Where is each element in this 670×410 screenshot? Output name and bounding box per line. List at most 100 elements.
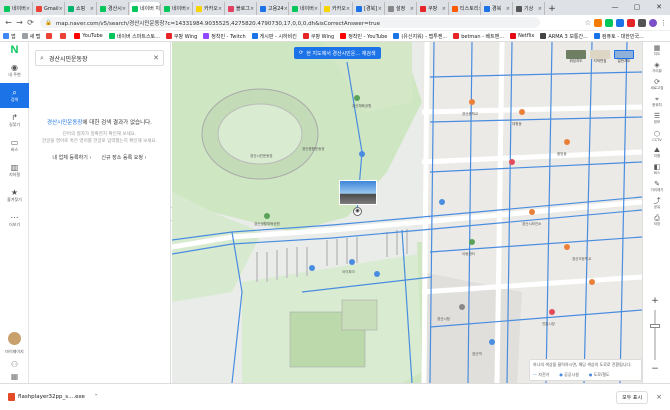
bookmark-item[interactable]: YouTube [74,33,103,39]
sidebar-item[interactable]: ↱ 길찾기 [0,108,29,133]
close-tab-icon[interactable]: × [284,6,288,12]
map-tool-button[interactable]: ⛰ 지형 [643,144,670,161]
close-tab-icon[interactable]: × [506,6,510,12]
zoom-slider[interactable] [654,310,656,360]
register-business-link[interactable]: 내 업체 등록하기 › [52,154,91,161]
back-icon[interactable]: ← [3,18,14,27]
map-tool-button[interactable]: ⌖ 현위치 [643,93,670,110]
clear-search-icon[interactable]: ✕ [153,54,159,62]
map-tool-button[interactable]: ⟳ 새로고침 [643,76,670,93]
browser-tab[interactable]: 네이버 × [290,2,321,15]
browser-tab[interactable]: 경북 × [482,2,513,15]
naver-logo[interactable]: N [0,42,29,58]
map-canvas[interactable]: 경산시민운동장 경산체육공원 경산생활체육공원 경산종합운동장 아이파크 아동센… [172,42,642,383]
extension-icon-1[interactable] [594,18,602,27]
bookmark-item[interactable]: 게시판 - 시하비킨 [251,33,297,40]
browser-tab[interactable]: 쿠팡 × [418,2,449,15]
close-download-bar-icon[interactable]: × [656,393,662,401]
legend-road[interactable]: ● 도로/철도 [589,372,610,378]
legend-public[interactable]: ● 공공시설 [559,372,579,378]
map-tool-button[interactable]: ◧ 버스 [643,161,670,178]
browser-tab[interactable]: 네이버 지도× [130,2,161,15]
close-window-icon[interactable]: ✕ [648,0,670,15]
bookmark-item[interactable]: (유신지워) - 맵투켄... [393,33,447,40]
new-tab-button[interactable]: + [546,2,558,15]
browser-tab[interactable]: Gmail × [34,2,65,15]
close-tab-icon[interactable]: × [410,6,414,12]
sidebar-item[interactable]: ◉ 내 주변 [0,58,29,83]
map-tool-button[interactable]: ⤴ 공유 [643,195,670,212]
sidebar-item[interactable]: ▥ 지하철 [0,158,29,183]
bookmark-item[interactable]: 컴퓨토 - 대한민국... [593,33,644,40]
map-tool-button[interactable]: ⎙ 저장 [643,212,670,229]
browser-tab[interactable]: 쇼핑 × [66,2,97,15]
browser-tab[interactable]: 기상 × [514,2,545,15]
sidebar-item[interactable]: ★ 즐겨찾기 [0,183,29,208]
zoom-out-button[interactable]: − [645,364,665,374]
bookmark-item[interactable]: 정착민 - YouTube [340,33,387,40]
menu-icon[interactable]: ⋮ [660,19,667,27]
url-input[interactable]: 🔒 map.naver.com/v5/search/경산시민운동장?c=1433… [40,17,540,28]
bookmark-item[interactable] [60,33,68,39]
maximize-icon[interactable]: ▢ [626,0,648,15]
close-tab-icon[interactable]: × [122,6,126,12]
street-view-thumbnail[interactable] [339,180,377,205]
browser-tab[interactable]: 네이버 × [162,2,193,15]
close-tab-icon[interactable]: × [218,6,222,12]
sidebar-item[interactable]: ⋯ 더보기 [0,208,29,233]
map-tool-button[interactable]: ▦ 지도 [643,42,670,59]
profile-avatar[interactable] [649,18,657,27]
bookmark-item[interactable]: 쿠팡 Wing [165,33,197,40]
reload-icon[interactable]: ⟳ [25,18,36,27]
forward-icon[interactable]: → [14,18,25,27]
bookmark-item[interactable]: 새 탭 [21,33,40,40]
extension-icon-4[interactable] [627,18,635,27]
grid-icon[interactable]: ▦ [0,372,29,381]
close-tab-icon[interactable]: × [90,6,94,12]
bookmark-item[interactable] [46,33,54,39]
bookmark-item[interactable]: Netflix [510,33,534,39]
bookmark-item[interactable]: ARMA 3 보통간... [540,33,588,40]
person-icon[interactable]: ⚇ [0,360,29,369]
browser-tab[interactable]: 블로그 × [226,2,257,15]
browser-tab[interactable]: 설정 × [386,2,417,15]
close-tab-icon[interactable]: × [250,6,254,12]
chevron-up-icon[interactable]: ⌃ [94,394,99,400]
map-tool-button[interactable]: ✎ 거리재기 [643,178,670,195]
map-tool-button[interactable]: ⬡ CCTV [643,127,670,144]
sidebar-item[interactable]: ▭ 버스 [0,133,29,158]
bookmark-item[interactable]: 정착민 - Twitch [203,33,246,40]
close-tab-icon[interactable]: × [478,6,480,12]
browser-tab[interactable]: 고용24 × [258,2,289,15]
download-item[interactable]: flashplayer32pp_s....exe ⌃ [8,393,98,401]
bookmark-item[interactable]: 쿠팡 Wing [302,33,334,40]
street-view-marker-icon[interactable]: ◉ [353,207,362,216]
avatar[interactable] [8,332,21,345]
close-tab-icon[interactable]: × [538,6,542,12]
layer-normal-button[interactable]: 일반지도 [614,50,634,64]
close-tab-icon[interactable]: × [314,6,318,12]
extension-icon-2[interactable] [605,18,613,27]
layer-cadastral-button[interactable]: 지적편집 [590,50,610,64]
zoom-in-button[interactable]: + [645,296,665,306]
request-new-place-link[interactable]: 신규 장소 등록 요청 › [101,154,146,161]
search-here-button[interactable]: ⟳ 현 지도에서 경산시민운... 재검색 [294,47,381,59]
layer-satellite-button[interactable]: 위성지도 [566,50,586,64]
extension-icon-3[interactable] [616,18,624,27]
star-bookmark-icon[interactable]: ☆ [585,19,591,27]
bookmark-item[interactable]: 네이버 스마트스토... [108,33,160,40]
browser-tab[interactable]: 카카오 × [322,2,353,15]
map-tool-button[interactable]: ☰ 정보 [643,110,670,127]
bookmark-item[interactable]: betman - 베트맨... [453,33,504,40]
close-tab-icon[interactable]: × [26,6,30,12]
close-tab-icon[interactable]: × [346,6,350,12]
browser-tab[interactable]: 티스토리× [450,2,481,15]
close-tab-icon[interactable]: × [442,6,446,12]
browser-tab[interactable]: 카카오 × [194,2,225,15]
map-tool-button[interactable]: ◈ 거리뷰 [643,59,670,76]
browser-tab[interactable]: [경북] × [354,2,385,15]
zoom-slider-handle[interactable] [650,324,660,328]
browser-tab[interactable]: 네이버 × [2,2,33,15]
close-tab-icon[interactable]: × [378,6,382,12]
close-tab-icon[interactable]: × [59,6,63,12]
